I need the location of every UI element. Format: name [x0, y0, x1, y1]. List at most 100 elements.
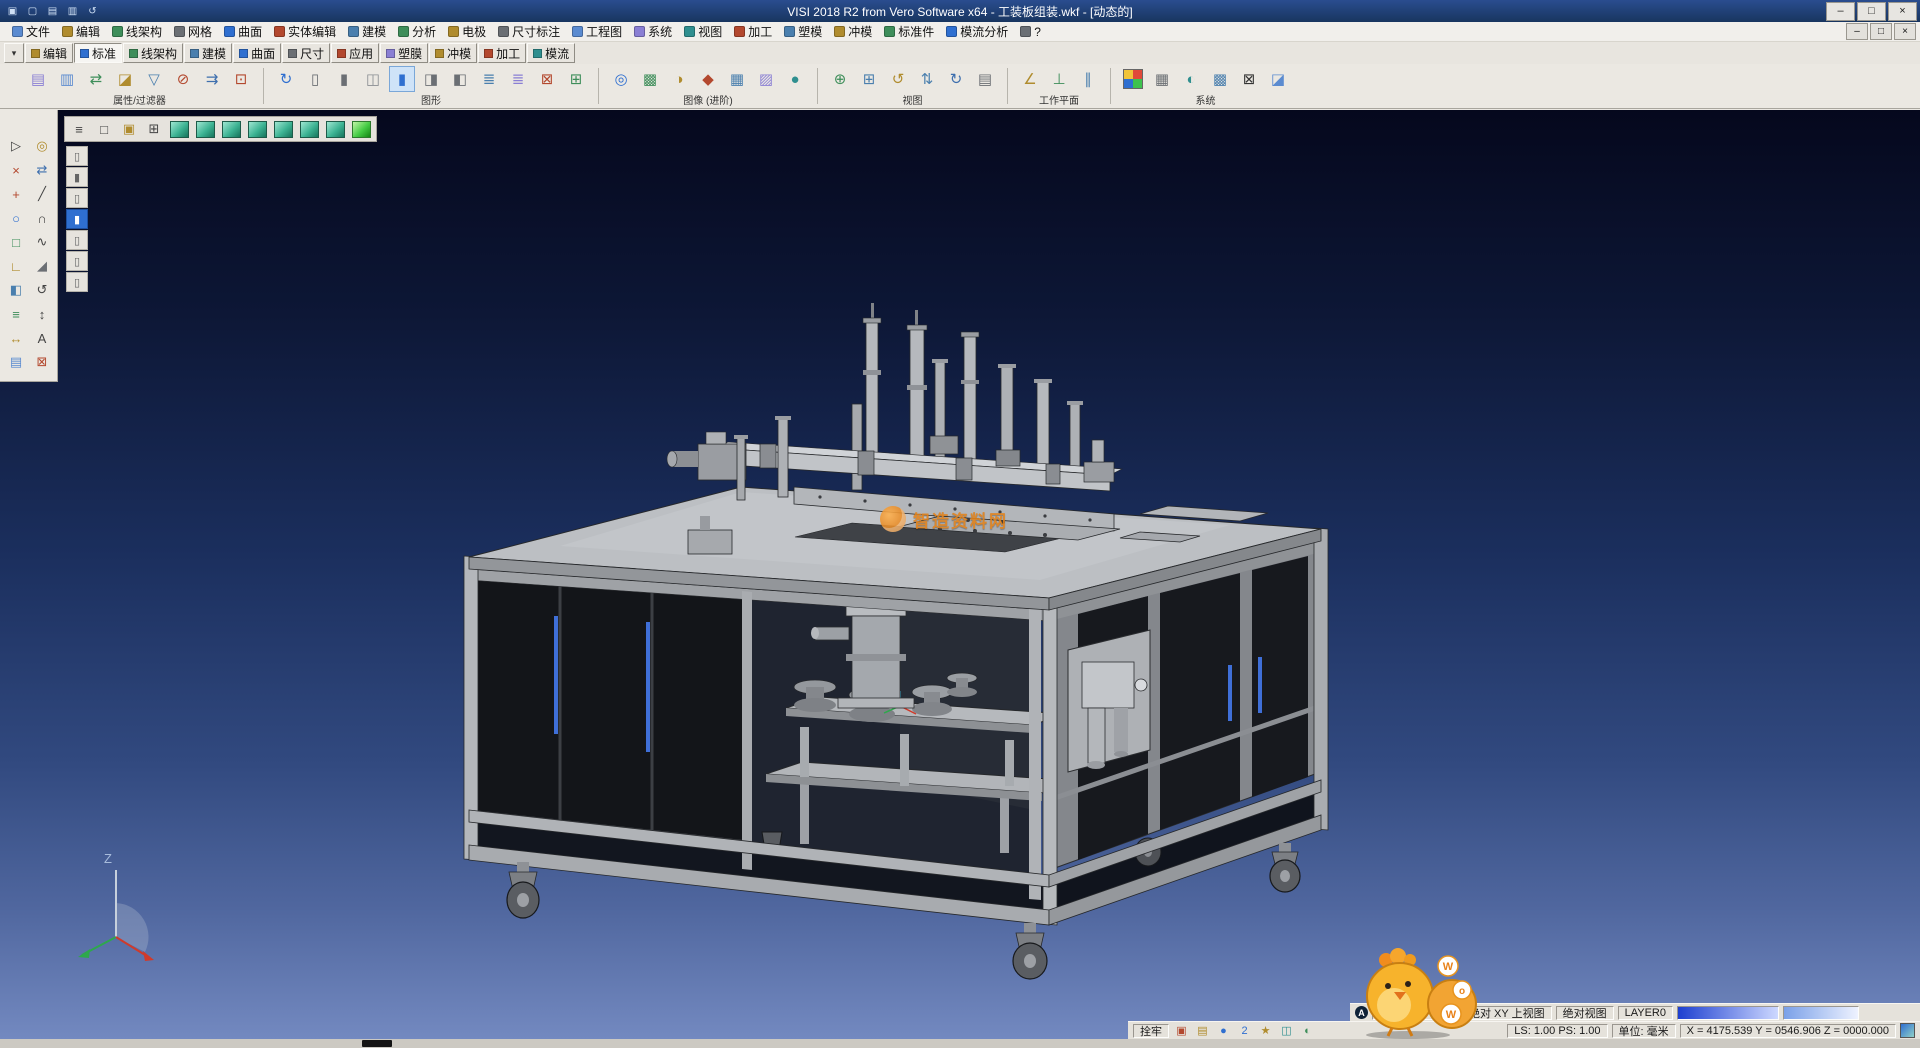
menu-electrode[interactable]: 电极 [442, 22, 492, 41]
filter-points-icon[interactable]: ▯ [66, 251, 88, 271]
shaded-view-icon[interactable]: ▮ [331, 66, 357, 92]
cut-icon[interactable]: × [3, 158, 29, 182]
mini-cube-icon[interactable]: ◫ [1278, 1023, 1295, 1038]
toolbar-dropdown-button[interactable]: ▾ [4, 43, 24, 63]
close-button[interactable]: × [1888, 2, 1917, 21]
layers-icon[interactable]: ▤ [3, 350, 29, 374]
palette-icon[interactable]: ▣ [118, 119, 140, 139]
tab-modeling[interactable]: 建模 [184, 43, 232, 63]
properties-icon[interactable]: ▤ [25, 66, 51, 92]
filter-all-icon[interactable]: ▯ [66, 146, 88, 166]
info-dot-icon[interactable]: ● [1215, 1023, 1232, 1038]
menu-help[interactable]: ? [1014, 24, 1047, 40]
menu-file[interactable]: 文件 [6, 22, 56, 41]
mask-icon[interactable]: ▨ [753, 66, 779, 92]
tab-standard[interactable]: 标准 [74, 43, 122, 63]
dimension-icon[interactable]: ↔ [3, 326, 29, 350]
system-grid-icon[interactable]: ▦ [1149, 66, 1175, 92]
favorites-icon[interactable]: ★ [1257, 1023, 1274, 1038]
menu-drawing[interactable]: 工程图 [566, 22, 628, 41]
transfer-attributes-icon[interactable]: ⇉ [199, 66, 225, 92]
hidden-line-view-icon[interactable]: ◫ [360, 66, 386, 92]
menu-surface[interactable]: 曲面 [218, 22, 268, 41]
mirror-icon[interactable]: ◧ [3, 278, 29, 302]
save-file-icon[interactable]: ▥ [64, 4, 81, 19]
shaded-edges-view-icon[interactable]: ▮ [389, 66, 415, 92]
mdi-minimize-button[interactable]: – [1846, 23, 1868, 40]
chamfer-icon[interactable]: ◢ [29, 254, 55, 278]
workplane-parallel-icon[interactable]: ∥ [1075, 66, 1101, 92]
count-badge[interactable]: 2 [1236, 1023, 1253, 1038]
rotate-view-icon[interactable]: ↻ [943, 66, 969, 92]
slant-plane-icon[interactable]: ◪ [1265, 66, 1291, 92]
line-icon[interactable]: ╱ [29, 182, 55, 206]
menu-modeling[interactable]: 建模 [342, 22, 392, 41]
menu-solid-edit[interactable]: 实体编辑 [268, 22, 342, 41]
minimize-button[interactable]: – [1826, 2, 1855, 21]
view-cube-left-icon[interactable] [274, 121, 293, 138]
filter-solids-icon[interactable]: ▮ [66, 167, 88, 187]
view-cube-right-icon[interactable] [248, 121, 267, 138]
filter-active-layer-icon[interactable]: ▮ [66, 209, 88, 229]
arc-icon[interactable]: ∩ [29, 206, 55, 230]
filter-hidden-icon[interactable]: ▯ [66, 272, 88, 292]
mdi-restore-button[interactable]: □ [1870, 23, 1892, 40]
tab-dimension[interactable]: 尺寸 [282, 43, 330, 63]
filter-wireframe-icon[interactable]: ▯ [66, 230, 88, 250]
match-filter-icon[interactable]: ⊡ [228, 66, 254, 92]
erase-icon[interactable]: ⊠ [29, 350, 55, 374]
world-icon[interactable]: ◐ [1299, 1023, 1316, 1038]
maximize-button[interactable]: □ [1857, 2, 1886, 21]
layer-list-icon[interactable]: ≣ [476, 66, 502, 92]
workplane-normal-icon[interactable]: ⊥ [1046, 66, 1072, 92]
menu-analysis[interactable]: 分析 [392, 22, 442, 41]
blank-view-icon[interactable]: □ [93, 119, 115, 139]
wireframe-view-icon[interactable]: ▯ [302, 66, 328, 92]
menu-dimension[interactable]: 尺寸标注 [492, 22, 566, 41]
curve-icon[interactable]: ∿ [29, 230, 55, 254]
regen-grid-icon[interactable]: ⊞ [563, 66, 589, 92]
menu-edit[interactable]: 编辑 [56, 22, 106, 41]
view-cube-iso-icon[interactable] [170, 121, 189, 138]
grid-view-icon[interactable]: ⊞ [143, 119, 165, 139]
zoom-window-icon[interactable]: ⊞ [856, 66, 882, 92]
environment-icon[interactable]: ▦ [724, 66, 750, 92]
swap-attributes-icon[interactable]: ⇄ [83, 66, 109, 92]
shadow-icon[interactable]: ◑ [666, 66, 692, 92]
rotate-icon[interactable]: ↺ [29, 278, 55, 302]
text-icon[interactable]: A [29, 326, 55, 350]
zoom-previous-icon[interactable]: ↺ [885, 66, 911, 92]
view-cube-bottom-icon[interactable] [326, 121, 345, 138]
tab-surface[interactable]: 曲面 [233, 43, 281, 63]
menu-wireframe[interactable]: 线架构 [106, 22, 168, 41]
point-icon[interactable]: + [3, 182, 29, 206]
texture-icon[interactable]: ▩ [637, 66, 663, 92]
open-file-icon[interactable]: ▤ [44, 4, 61, 19]
menu-mold[interactable]: 塑模 [778, 22, 828, 41]
tab-machining[interactable]: 加工 [478, 43, 526, 63]
notes-icon[interactable]: ▤ [1194, 1023, 1211, 1038]
undo-icon[interactable]: ↺ [84, 4, 101, 19]
viewport[interactable]: Z ≡□▣⊞ ▯▮▯▮▯▯▯ 智造资料网 [0, 110, 1920, 1039]
view-cube-front-icon[interactable] [222, 121, 241, 138]
matrix-icon[interactable]: ▩ [1207, 66, 1233, 92]
menu-machining[interactable]: 加工 [728, 22, 778, 41]
display-list-icon[interactable]: ≡ [68, 119, 90, 139]
pin-toggle[interactable]: 拴牢 [1133, 1024, 1169, 1038]
attribute-db-icon[interactable]: ≣ [505, 66, 531, 92]
system-colors-icon[interactable] [1123, 69, 1143, 89]
pan-icon[interactable]: ⇅ [914, 66, 940, 92]
zoom-icon[interactable]: ◎ [29, 134, 55, 158]
view-cube-back-icon[interactable] [300, 121, 319, 138]
close-all-icon[interactable]: ⊠ [1236, 66, 1262, 92]
named-views-icon[interactable]: ▤ [972, 66, 998, 92]
menu-view[interactable]: 视图 [678, 22, 728, 41]
offset-icon[interactable]: ≡ [3, 302, 29, 326]
clear-filter-icon[interactable]: ⊘ [170, 66, 196, 92]
corner-icon[interactable]: ∟ [3, 254, 29, 278]
globe-icon[interactable]: ◐ [1178, 66, 1204, 92]
section-view-icon[interactable]: ◧ [447, 66, 473, 92]
filter-icon[interactable]: ▽ [141, 66, 167, 92]
erase-graphics-icon[interactable]: ⊠ [534, 66, 560, 92]
tab-die[interactable]: 冲模 [429, 43, 477, 63]
